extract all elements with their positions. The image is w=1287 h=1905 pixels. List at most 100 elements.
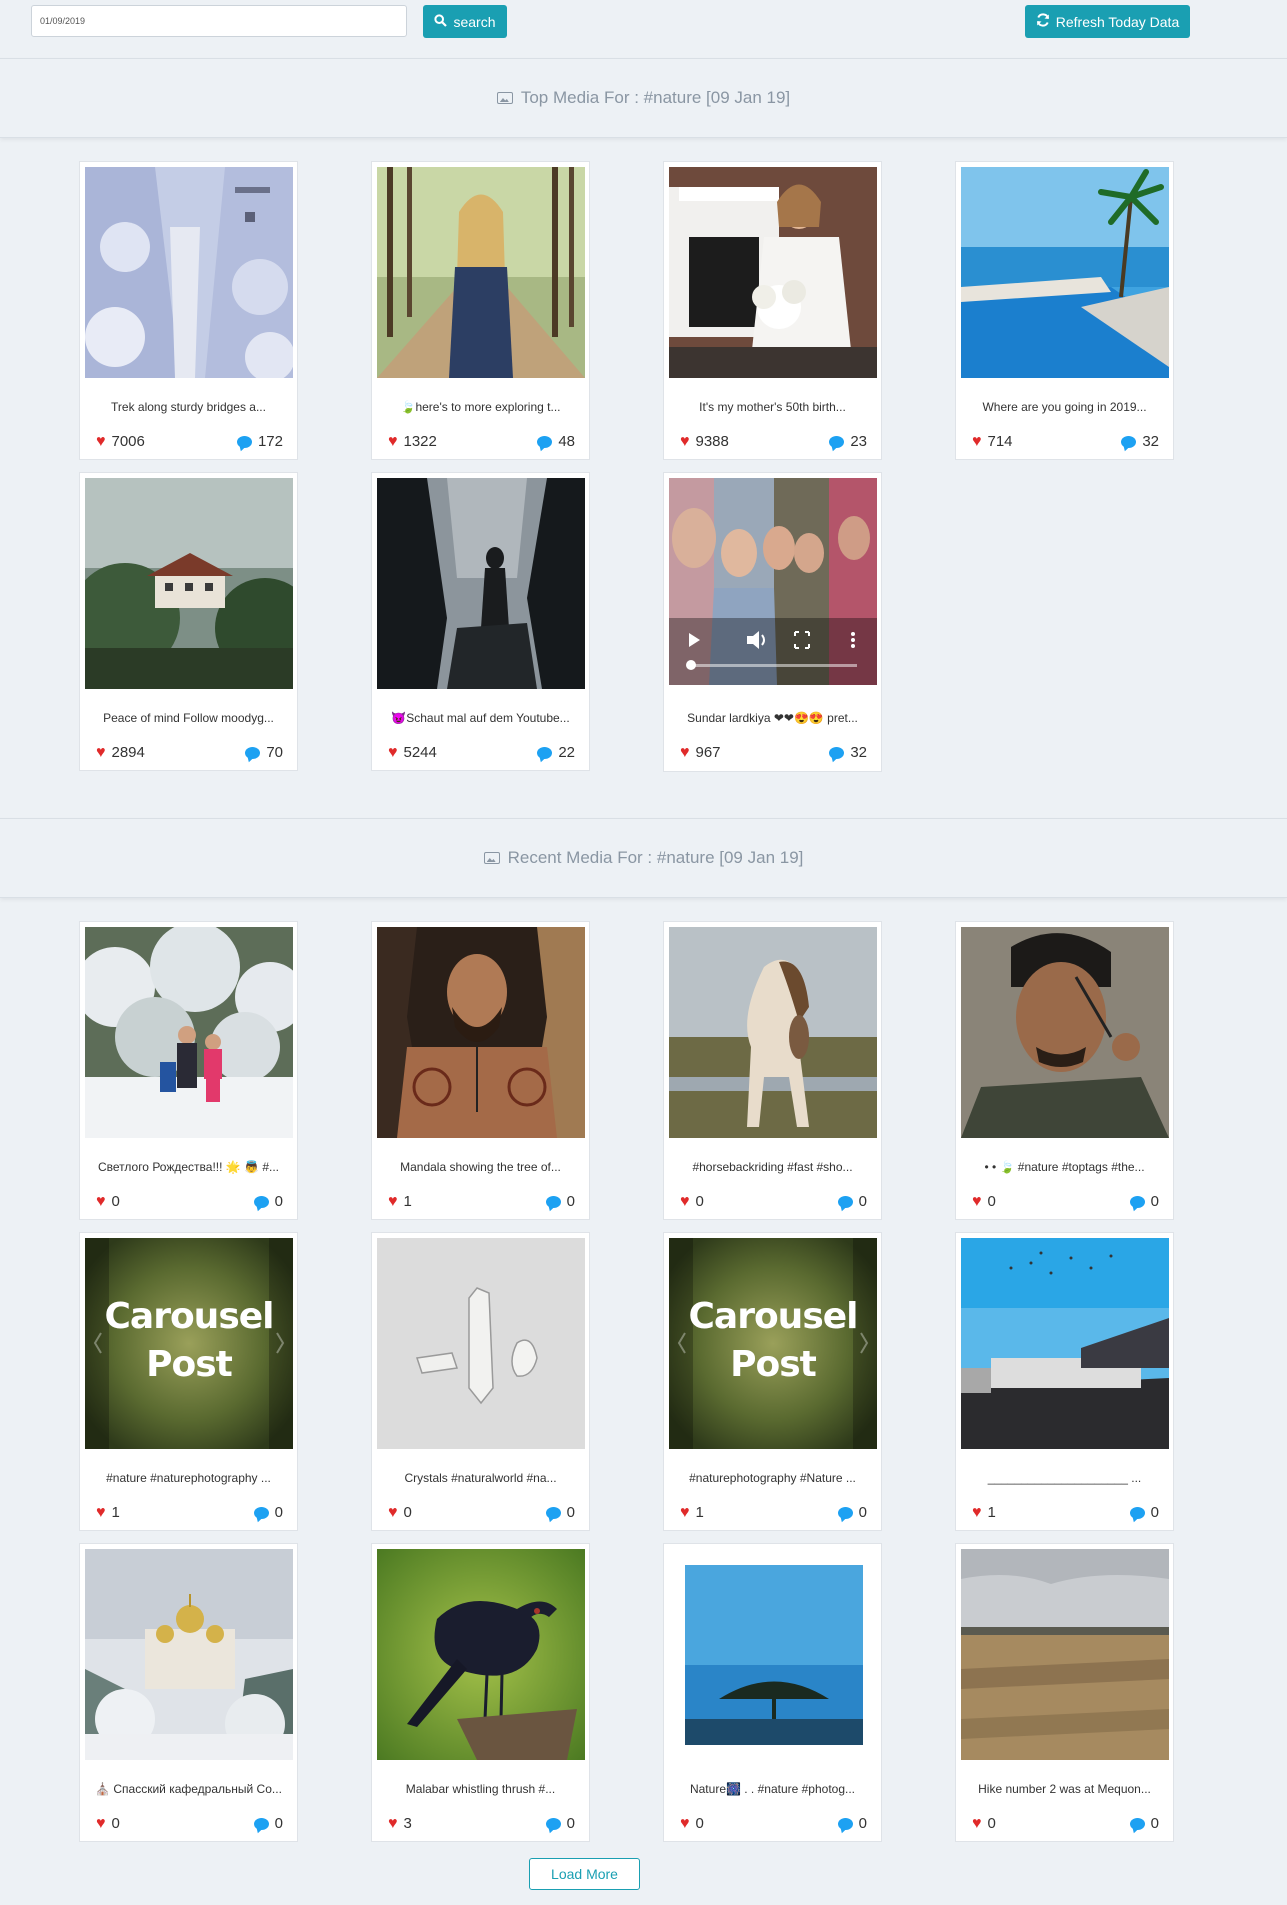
media-caption: Nature🎆 . . #nature #photog... <box>689 1782 856 1796</box>
comment-icon <box>537 746 553 759</box>
heart-icon: ♥ <box>680 1503 690 1521</box>
media-caption: 🍃here's to more exploring t... <box>400 400 561 414</box>
media-caption: Trek along sturdy bridges a... <box>111 400 266 414</box>
media-card[interactable]: Crystals #naturalworld #na... ♥ 0 0 <box>371 1232 590 1531</box>
comments-count: 0 <box>253 1815 283 1832</box>
search-button-label: search <box>453 13 496 30</box>
likes-value: 0 <box>111 1815 120 1832</box>
load-more-button[interactable]: Load More <box>529 1858 640 1890</box>
media-thumbnail[interactable] <box>85 167 293 378</box>
likes-value: 1 <box>987 1504 996 1521</box>
carousel-thumbnail[interactable]: Carousel Post <box>669 1238 877 1449</box>
date-input[interactable] <box>31 5 407 37</box>
comment-icon <box>837 1506 853 1519</box>
media-card[interactable]: 🍃here's to more exploring t... ♥ 1322 48 <box>371 161 590 460</box>
heart-icon: ♥ <box>96 743 106 761</box>
comments-count: 0 <box>837 1504 867 1521</box>
heart-icon: ♥ <box>388 432 398 450</box>
media-thumbnail[interactable] <box>961 1238 1169 1449</box>
carousel-label-line2: Post <box>730 1344 817 1385</box>
media-thumbnail[interactable] <box>377 167 585 378</box>
media-thumbnail[interactable] <box>377 1549 585 1760</box>
media-caption: Sundar lardkiya ❤❤😍😍 pret... <box>687 711 858 725</box>
likes-count: ♥ 0 <box>96 1815 120 1832</box>
likes-value: 0 <box>987 1815 996 1832</box>
media-card[interactable]: Where are you going in 2019... ♥ 714 32 <box>955 161 1174 460</box>
comment-icon <box>253 1817 269 1830</box>
media-card[interactable]: Hike number 2 was at Mequon... ♥ 0 0 <box>955 1543 1174 1842</box>
comments-count: 0 <box>253 1504 283 1521</box>
media-thumbnail[interactable] <box>669 167 877 378</box>
media-card[interactable]: Sundar lardkiya ❤❤😍😍 pret... ♥ 967 32 <box>663 472 882 772</box>
media-thumbnail[interactable] <box>961 167 1169 378</box>
media-card[interactable]: Malabar whistling thrush #... ♥ 3 0 <box>371 1543 590 1842</box>
heart-icon: ♥ <box>96 1814 106 1832</box>
media-card[interactable]: 😈Schaut mal auf dem Youtube... ♥ 5244 22 <box>371 472 590 771</box>
comment-icon <box>236 435 252 448</box>
media-card[interactable]: • • 🍃 #nature #toptags #the... ♥ 0 0 <box>955 921 1174 1220</box>
media-thumbnail[interactable] <box>85 1549 293 1760</box>
media-caption: Peace of mind Follow moodyg... <box>103 711 274 725</box>
media-card[interactable]: Carousel Post #nature #naturephotography … <box>79 1232 298 1531</box>
media-thumbnail[interactable] <box>377 1238 585 1449</box>
media-thumbnail[interactable] <box>669 927 877 1138</box>
media-caption: Malabar whistling thrush #... <box>405 1782 556 1796</box>
media-card[interactable]: Peace of mind Follow moodyg... ♥ 2894 70 <box>79 472 298 771</box>
recent-media-header: Recent Media For : #nature [09 Jan 19] <box>0 818 1287 898</box>
media-card[interactable]: _____________________ ... ♥ 1 0 <box>955 1232 1174 1531</box>
media-card[interactable]: Carousel Post #naturephotography #Nature … <box>663 1232 882 1531</box>
media-thumbnail[interactable] <box>85 927 293 1138</box>
media-thumbnail[interactable] <box>669 1549 877 1760</box>
comments-count: 48 <box>537 433 575 450</box>
media-card[interactable]: #horsebackriding #fast #sho... ♥ 0 0 <box>663 921 882 1220</box>
media-caption: #naturephotography #Nature ... <box>689 1471 856 1485</box>
comments-count: 0 <box>1129 1504 1159 1521</box>
media-card[interactable]: Mandala showing the tree of... ♥ 1 0 <box>371 921 590 1220</box>
media-card[interactable]: Trek along sturdy bridges a... ♥ 7006 172 <box>79 161 298 460</box>
heart-icon: ♥ <box>388 1503 398 1521</box>
media-card[interactable]: ⛪ Спасский кафедральный Со... ♥ 0 0 <box>79 1543 298 1842</box>
heart-icon: ♥ <box>388 743 398 761</box>
media-card[interactable]: Nature🎆 . . #nature #photog... ♥ 0 0 <box>663 1543 882 1842</box>
likes-value: 3 <box>403 1815 412 1832</box>
likes-count: ♥ 714 <box>972 433 1013 450</box>
likes-count: ♥ 0 <box>972 1815 996 1832</box>
media-thumbnail[interactable] <box>961 927 1169 1138</box>
comments-value: 0 <box>566 1815 575 1832</box>
refresh-icon <box>1036 13 1050 30</box>
comment-icon <box>545 1506 561 1519</box>
comments-count: 22 <box>537 744 575 761</box>
media-thumbnail[interactable] <box>85 478 293 689</box>
media-card[interactable]: It's my mother's 50th birth... ♥ 9388 23 <box>663 161 882 460</box>
comment-icon <box>829 746 845 759</box>
refresh-today-button[interactable]: Refresh Today Data <box>1025 5 1190 38</box>
video-thumbnail[interactable] <box>669 478 877 685</box>
comments-value: 23 <box>850 433 867 450</box>
comments-value: 48 <box>558 433 575 450</box>
likes-count: ♥ 0 <box>388 1504 412 1521</box>
media-thumbnail[interactable] <box>377 478 585 689</box>
likes-count: ♥ 7006 <box>96 433 145 450</box>
media-thumbnail[interactable] <box>377 927 585 1138</box>
media-thumbnail[interactable] <box>961 1549 1169 1760</box>
likes-value: 0 <box>695 1815 704 1832</box>
comment-icon <box>545 1817 561 1830</box>
top-media-title: Top Media For : #nature [09 Jan 19] <box>520 88 791 107</box>
comment-icon <box>1129 1506 1145 1519</box>
comment-icon <box>1129 1195 1145 1208</box>
image-icon <box>496 92 513 104</box>
likes-value: 5244 <box>403 744 437 761</box>
comments-value: 172 <box>257 433 283 450</box>
carousel-label: Carousel Post <box>85 1293 293 1389</box>
image-icon <box>483 852 500 864</box>
carousel-thumbnail[interactable]: Carousel Post <box>85 1238 293 1449</box>
likes-value: 7006 <box>111 433 145 450</box>
media-caption: Светлого Рождества!!! 🌟 👼 #... <box>97 1160 280 1174</box>
carousel-label-line1: Carousel <box>104 1296 274 1337</box>
search-icon <box>434 13 448 30</box>
media-caption: Crystals #naturalworld #na... <box>404 1471 557 1485</box>
media-card[interactable]: Светлого Рождества!!! 🌟 👼 #... ♥ 0 0 <box>79 921 298 1220</box>
comment-icon <box>537 435 553 448</box>
comments-count: 0 <box>837 1815 867 1832</box>
search-button[interactable]: search <box>423 5 507 38</box>
